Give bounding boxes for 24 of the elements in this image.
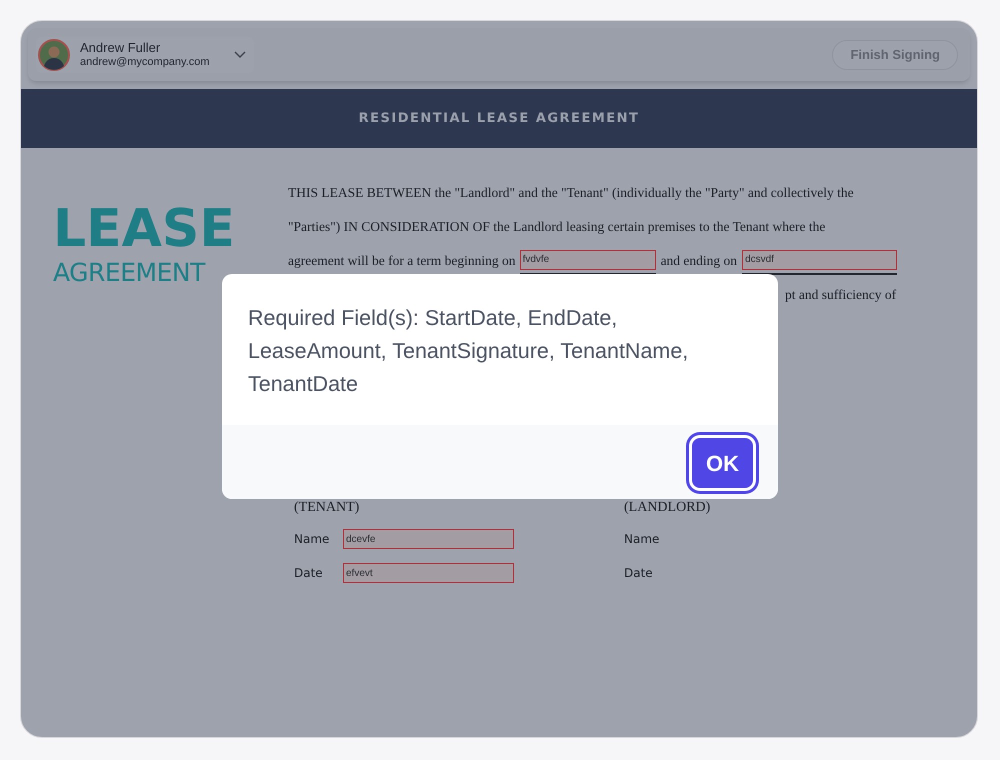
avatar-icon — [38, 38, 70, 70]
document-title: RESIDENTIAL LEASE AGREEMENT — [358, 110, 640, 128]
field-label: Date — [624, 565, 654, 582]
field-label: Date — [294, 565, 324, 582]
chevron-down-icon — [234, 50, 246, 58]
field-label: Name — [294, 531, 330, 548]
agreement-text: pt and sufficiency of — [785, 286, 896, 304]
logo-subtitle: AGREEMENT — [53, 258, 205, 288]
agreement-text: THIS LEASE BETWEEN the "Landlord" and the "Tenant" (individually the "Party" and collectively the — [288, 184, 854, 202]
agreement-text: "Parties") IN CONSIDERATION OF the Landlord leasing certain premises to the Tenant where the — [288, 218, 826, 236]
input-field[interactable]: fvdvfe — [520, 250, 656, 270]
ok-button[interactable]: OK — [692, 438, 753, 488]
logo-title: LEASE — [53, 200, 235, 258]
party-heading: (TENANT) — [294, 499, 360, 517]
party-heading: (LANDLORD) — [624, 499, 710, 517]
user-email: andrew@mycompany.com — [80, 56, 210, 70]
agreement-text: and ending on — [660, 252, 738, 270]
user-name: Andrew Fuller — [80, 40, 162, 56]
input-field[interactable]: efvevt — [343, 563, 514, 583]
field-label: Name — [624, 531, 660, 548]
dialog-message: Required Field(s): StartDate, EndDate, LeaseAmount, TenantSignature, TenantName, TenantDate — [248, 305, 690, 398]
input-field[interactable]: dcevfe — [343, 529, 514, 549]
input-field[interactable]: dcsvdf — [742, 250, 898, 270]
agreement-text: agreement will be for a term beginning on — [288, 252, 516, 270]
